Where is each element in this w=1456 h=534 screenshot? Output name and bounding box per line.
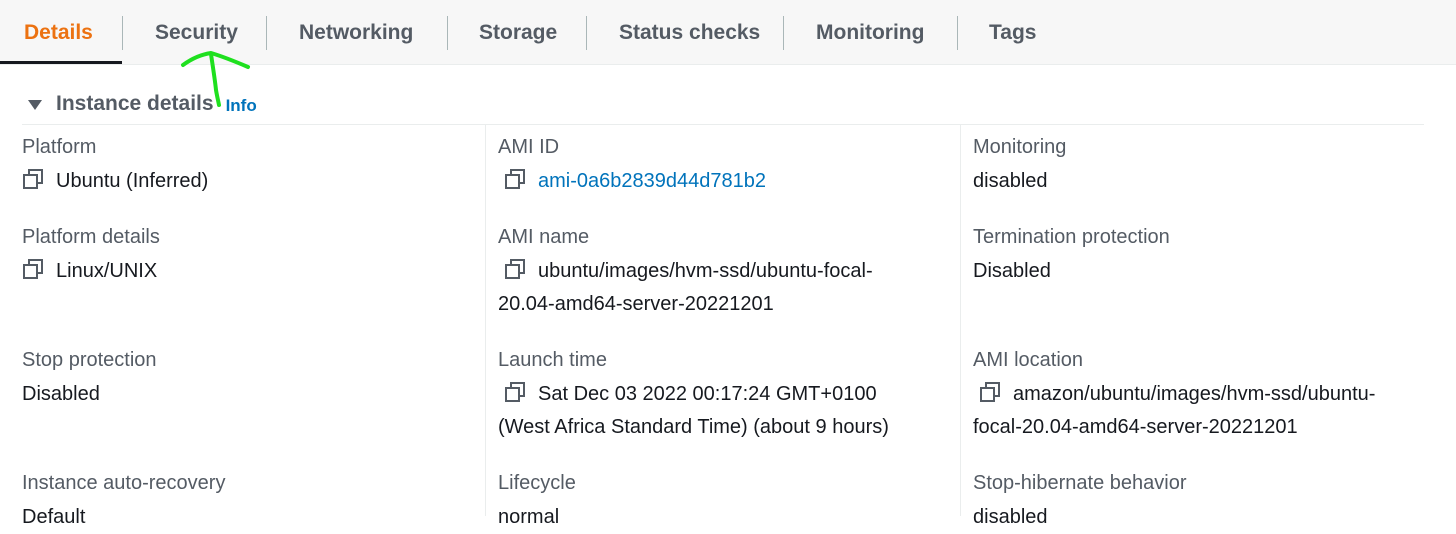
- field-value-row: Ubuntu (Inferred): [14, 165, 462, 198]
- ami-id-link[interactable]: ami-0a6b2839d44d781b2: [538, 170, 766, 192]
- tab-bar: Details Security Networking Storage Stat…: [0, 0, 1456, 65]
- field-stop-protection: Stop protection Disabled: [22, 346, 462, 411]
- field-value-continued: focal-20.04-amd64-server-20221201: [973, 416, 1298, 438]
- field-stop-hibernate-behavior: Stop-hibernate behavior disabled: [973, 469, 1413, 534]
- field-label: Lifecycle: [498, 472, 576, 494]
- field-label: Stop protection: [22, 349, 157, 371]
- field-value: Default: [22, 506, 86, 528]
- tab-divider: [447, 16, 448, 50]
- copy-icon[interactable]: [504, 168, 526, 190]
- field-label: AMI name: [498, 226, 590, 248]
- field-monitoring: Monitoring disabled: [973, 133, 1413, 198]
- field-label: Launch time: [498, 349, 607, 371]
- copy-icon[interactable]: [504, 381, 526, 403]
- tab-tags[interactable]: Tags: [989, 0, 1036, 64]
- field-value: Ubuntu (Inferred): [56, 170, 209, 192]
- field-value: amazon/ubuntu/images/hvm-ssd/ubuntu-: [1013, 383, 1376, 405]
- tab-divider: [586, 16, 587, 50]
- tab-divider: [122, 16, 123, 50]
- tab-divider: [266, 16, 267, 50]
- field-value-row: ubuntu/images/hvm-ssd/ubuntu-focal-: [496, 255, 938, 288]
- field-value: normal: [498, 506, 560, 528]
- field-label: Stop-hibernate behavior: [973, 472, 1187, 494]
- tab-status-checks[interactable]: Status checks: [619, 0, 760, 64]
- field-label: Platform: [22, 136, 97, 158]
- field-launch-time: Launch time Sat Dec 03 2022 00:17:24 GMT…: [498, 346, 938, 444]
- tab-monitoring[interactable]: Monitoring: [816, 0, 924, 64]
- field-value: ubuntu/images/hvm-ssd/ubuntu-focal-: [538, 260, 873, 282]
- field-value: Sat Dec 03 2022 00:17:24 GMT+0100: [538, 383, 877, 405]
- field-label: Platform details: [22, 226, 160, 248]
- field-termination-protection: Termination protection Disabled: [973, 223, 1413, 288]
- field-value: disabled: [973, 506, 1048, 528]
- field-value-row: ami-0a6b2839d44d781b2: [496, 165, 938, 198]
- copy-icon[interactable]: [22, 168, 44, 190]
- field-ami-id: AMI ID ami-0a6b2839d44d781b2: [498, 133, 938, 198]
- field-value: Disabled: [973, 260, 1051, 282]
- section-header-instance-details[interactable]: Instance details Info: [28, 88, 257, 120]
- field-value-continued: 20.04-amd64-server-20221201: [498, 293, 774, 315]
- tab-details[interactable]: Details: [24, 0, 93, 64]
- copy-icon[interactable]: [22, 258, 44, 280]
- tab-networking[interactable]: Networking: [299, 0, 413, 64]
- field-label: Monitoring: [973, 136, 1067, 158]
- field-value-row: Sat Dec 03 2022 00:17:24 GMT+0100: [496, 378, 938, 411]
- field-value: Disabled: [22, 383, 100, 405]
- field-value-row: amazon/ubuntu/images/hvm-ssd/ubuntu-: [971, 378, 1413, 411]
- field-label: AMI ID: [498, 136, 560, 158]
- field-platform-details: Platform details Linux/UNIX: [22, 223, 462, 288]
- info-link[interactable]: Info: [226, 96, 257, 116]
- field-ami-name: AMI name ubuntu/images/hvm-ssd/ubuntu-fo…: [498, 223, 938, 321]
- field-platform: Platform Ubuntu (Inferred): [22, 133, 462, 198]
- field-value-row: Linux/UNIX: [14, 255, 462, 288]
- field-label: Instance auto-recovery: [22, 472, 226, 494]
- field-instance-auto-recovery: Instance auto-recovery Default: [22, 469, 462, 534]
- copy-icon[interactable]: [504, 258, 526, 280]
- field-ami-location: AMI location amazon/ubuntu/images/hvm-ss…: [973, 346, 1413, 444]
- column-divider: [485, 125, 486, 516]
- tab-divider: [783, 16, 784, 50]
- tab-storage[interactable]: Storage: [479, 0, 557, 64]
- section-title: Instance details: [56, 92, 214, 115]
- active-tab-indicator: [0, 61, 122, 64]
- section-divider: [22, 124, 1424, 125]
- column-divider: [960, 125, 961, 516]
- field-value: Linux/UNIX: [56, 260, 158, 282]
- field-label: Termination protection: [973, 226, 1170, 248]
- field-lifecycle: Lifecycle normal: [498, 469, 938, 534]
- tab-security[interactable]: Security: [155, 0, 238, 64]
- field-value-continued: (West Africa Standard Time) (about 9 hou…: [498, 416, 889, 438]
- field-label: AMI location: [973, 349, 1084, 371]
- tab-divider: [957, 16, 958, 50]
- caret-down-icon[interactable]: [28, 100, 42, 110]
- copy-icon[interactable]: [979, 381, 1001, 403]
- field-value: disabled: [973, 170, 1048, 192]
